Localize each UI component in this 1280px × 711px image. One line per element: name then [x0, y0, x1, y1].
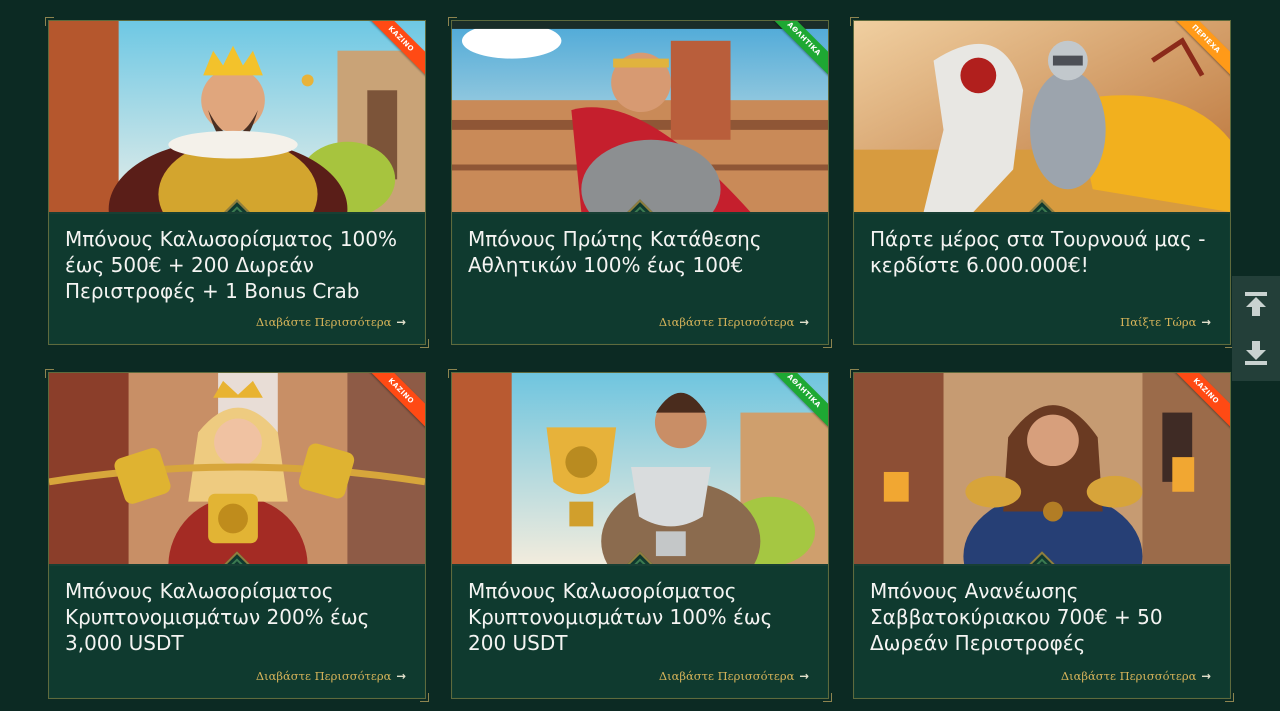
promo-image-crypto-queen: ΚΑΖΙΝΟ: [49, 373, 425, 566]
arrow-right-icon: →: [396, 669, 406, 683]
promo-card-weekend-reload[interactable]: ΚΑΖΙΝΟ Μπόνους Ανανέωσης Σαββατοκύριακου…: [850, 369, 1234, 702]
promo-title: Μπόνους Καλωσορίσματος Κρυπτονομισμάτων …: [65, 579, 370, 655]
read-more-link[interactable]: Διαβάστε Περισσότερα →: [256, 315, 406, 329]
read-more-link[interactable]: Διαβάστε Περισσότερα →: [1061, 669, 1211, 683]
play-now-link[interactable]: Παίξτε Τώρα →: [1120, 315, 1211, 329]
arrow-right-icon: →: [396, 315, 406, 329]
promo-card-sports-first-deposit[interactable]: ΑΘΛΗΤΙΚΑ Μπόνους Πρώτης Κατάθεσης Αθλητι…: [448, 17, 832, 348]
promo-card-crypto-sports[interactable]: ΑΘΛΗΤΙΚΑ Μπόνους Καλωσορίσματος Κρυπτονο…: [448, 369, 832, 702]
promo-card-tournaments[interactable]: ΠΕΡΙΕΧΑ Πάρτε μέρος στα Τουρνουά μας - κ…: [850, 17, 1234, 348]
promo-title: Μπόνους Πρώτης Κατάθεσης Αθλητικών 100% …: [468, 227, 762, 277]
promo-image-female-warrior: ΚΑΖΙΝΟ: [854, 373, 1230, 566]
promo-title: Μπόνους Καλωσορίσματος 100% έως 500€ + 2…: [65, 227, 398, 303]
promo-image-gladiator: ΑΘΛΗΤΙΚΑ: [452, 21, 828, 214]
promo-card-crypto-casino[interactable]: ΚΑΖΙΝΟ Μπόνους Καλωσορίσματος Κρυπτονομι…: [45, 369, 429, 702]
scroll-to-top-button[interactable]: [1232, 276, 1280, 332]
promo-title: Μπόνους Καλωσορίσματος Κρυπτονομισμάτων …: [468, 579, 773, 655]
arrow-down-to-bottom-icon: [1245, 341, 1267, 365]
arrow-up-to-top-icon: [1245, 292, 1267, 316]
promotions-grid: ΚΑΖΙΝΟ Μπόνους Καλωσορίσματος 100% έως 5…: [0, 0, 1280, 711]
arrow-right-icon: →: [799, 669, 809, 683]
read-more-link[interactable]: Διαβάστε Περισσότερα →: [256, 669, 406, 683]
promo-image-trophy-warrior: ΑΘΛΗΤΙΚΑ: [452, 373, 828, 566]
arrow-right-icon: →: [1201, 669, 1211, 683]
read-more-link[interactable]: Διαβάστε Περισσότερα →: [659, 315, 809, 329]
promo-card-welcome-casino[interactable]: ΚΑΖΙΝΟ Μπόνους Καλωσορίσματος 100% έως 5…: [45, 17, 429, 348]
arrow-right-icon: →: [799, 315, 809, 329]
scroll-to-bottom-button[interactable]: [1232, 325, 1280, 381]
promo-image-knight: ΠΕΡΙΕΧΑ: [854, 21, 1230, 214]
promo-image-king: ΚΑΖΙΝΟ: [49, 21, 425, 214]
promo-title: Πάρτε μέρος στα Τουρνουά μας - κερδίστε …: [870, 227, 1206, 277]
read-more-link[interactable]: Διαβάστε Περισσότερα →: [659, 669, 809, 683]
promo-title: Μπόνους Ανανέωσης Σαββατοκύριακου 700€ +…: [870, 579, 1163, 655]
arrow-right-icon: →: [1201, 315, 1211, 329]
